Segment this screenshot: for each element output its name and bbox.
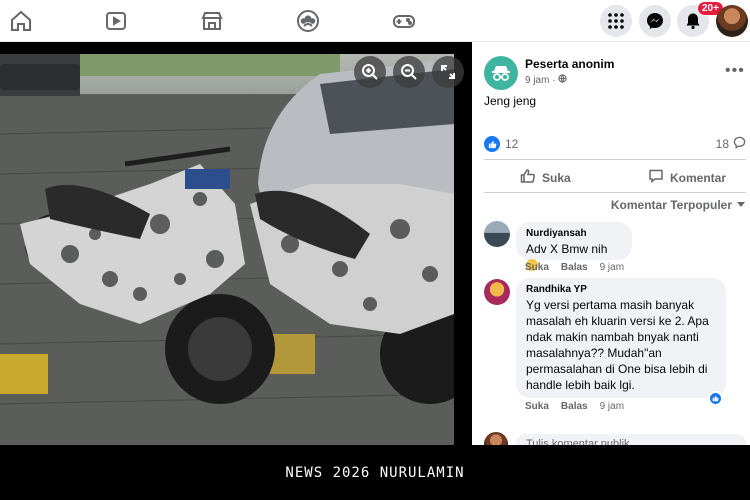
comment-label: Komentar [670,170,727,185]
caption-text: NEWS 2026 NURULAMIN [285,464,465,481]
comment-bubble: Nurdiyansah Adv X Bmw nih [516,222,632,271]
menu-grid-icon[interactable] [600,5,632,37]
commenter-avatar[interactable] [484,221,510,247]
comment-like-link[interactable]: Suka [525,262,549,273]
reactions-summary[interactable]: 12 [484,136,518,152]
zoom-in-icon[interactable] [354,56,386,88]
post-panel: Peserta anonim 9 jam · ••• Jeng jeng 12 … [472,42,750,456]
watch-icon[interactable] [104,9,128,33]
anonymous-avatar-icon[interactable] [484,56,518,90]
comment-count-row[interactable]: 18 [716,136,746,152]
post-photo [0,42,472,445]
sort-label: Komentar Terpopuler [610,198,732,212]
like-button[interactable]: Suka [520,168,571,187]
like-reaction-icon [484,136,500,152]
commenter-avatar[interactable] [484,279,510,305]
messenger-icon[interactable] [639,5,671,37]
comment-button[interactable]: Komentar [648,168,726,187]
comment-text: Yg versi pertama masih banyak masalah eh… [526,298,709,392]
groups-icon[interactable] [296,9,320,33]
comment-actions: Suka Balas 9 jam [525,401,624,412]
comment-actions: Suka Balas 9 jam [525,262,624,273]
comment-time[interactable]: 9 jam [600,262,624,273]
like-count: 12 [505,137,519,151]
thumbs-up-icon [520,168,536,187]
fullscreen-icon[interactable] [432,56,464,88]
zoom-out-icon[interactable] [393,56,425,88]
comment-reply-link[interactable]: Balas [561,262,588,273]
divider [484,159,746,160]
comment-time[interactable]: 9 jam [600,401,624,412]
commenter-name[interactable]: Nurdiyansah [526,228,622,239]
globe-icon [558,74,567,86]
post-time-row: 9 jam · [525,74,567,86]
post-time[interactable]: 9 jam [525,75,549,86]
top-navigation-bar: 20+ [0,0,750,42]
like-label: Suka [542,170,571,185]
comment-icon [648,168,664,187]
scooters-photo [0,54,472,445]
comment-like-link[interactable]: Suka [525,401,549,412]
comment-sort-dropdown[interactable]: Komentar Terpopuler [611,198,746,212]
divider [484,192,746,193]
commenter-name[interactable]: Randhika YP [526,284,716,295]
comment-count: 18 [715,137,729,151]
comment-bubble: Randhika YP Yg versi pertama masih banya… [516,278,726,398]
photo-image [0,54,472,445]
comment-bubble-icon [733,136,746,152]
comment-reply-link[interactable]: Balas [561,401,588,412]
post-text: Jeng jeng [484,94,537,108]
gaming-icon[interactable] [392,9,416,33]
home-icon[interactable] [9,9,33,33]
chevron-down-icon [736,198,746,212]
post-author[interactable]: Peserta anonim [525,57,614,71]
more-options-icon[interactable]: ••• [725,62,745,80]
marketplace-icon[interactable] [200,9,224,33]
profile-avatar[interactable] [716,5,748,37]
caption-band: NEWS 2026 NURULAMIN [0,445,750,500]
comment-like-reaction-icon[interactable] [708,391,723,406]
